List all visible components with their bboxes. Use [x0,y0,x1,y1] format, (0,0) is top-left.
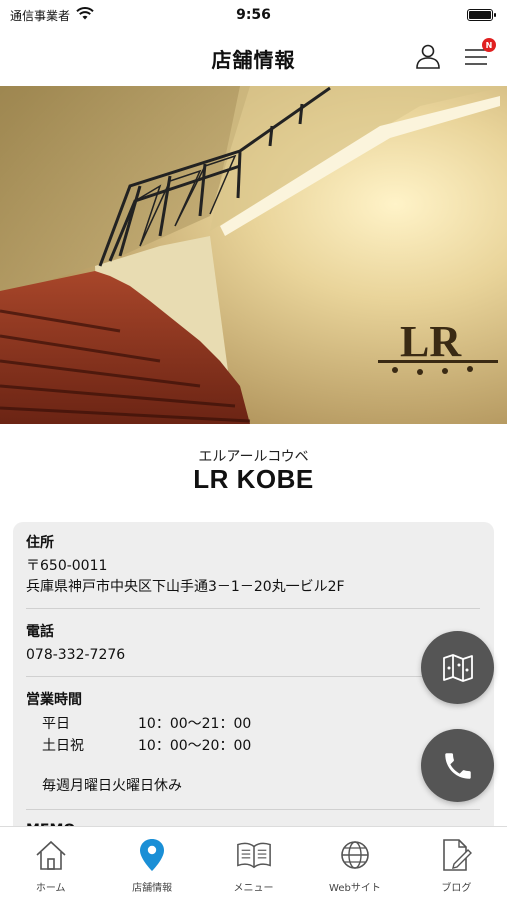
status-bar: 通信事業者 9:56 [0,0,507,30]
hours-day: 土日祝 [42,738,84,754]
app-header: 店舗情報 N [0,30,507,86]
tab-label: ホーム [35,883,66,894]
hours-time: 10：00〜21：00 [138,716,252,732]
call-button[interactable] [421,729,494,802]
phone-number[interactable]: 078-332-7276 [26,645,480,666]
menu-button[interactable]: N [460,38,496,72]
address-line: 兵庫県神戸市中央区下山手通3－1－20丸一ビル2F [26,579,345,595]
address-section: 住所 〒650-0011 兵庫県神戸市中央区下山手通3－1－20丸一ビル2F [26,532,480,609]
page-title: 店舗情報 [211,47,296,72]
tab-label: ブログ [441,883,472,894]
tab-label: 店舗情報 [132,883,173,894]
user-icon [416,44,440,69]
hours-row: 平日 10：00〜21：00 [26,713,480,735]
shop-info-card: 住所 〒650-0011 兵庫県神戸市中央区下山手通3－1－20丸一ビル2F 電… [13,522,494,842]
status-left: 通信事業者 [10,7,94,24]
hours-time: 10：00〜20：00 [138,738,252,754]
home-icon [33,837,69,873]
hours-row: 土日祝 10：00〜20：00 [26,735,480,757]
map-icon [442,653,473,682]
map-button[interactable] [421,631,494,704]
carrier-name: 通信事業者 [10,8,71,23]
tab-shop-info[interactable]: 店舗情報 [101,827,202,900]
tab-menu[interactable]: メニュー [203,827,304,900]
globe-icon [337,837,373,873]
battery-icon [467,9,496,21]
hours-label: 営業時間 [26,692,82,708]
bottom-tab-bar: ホーム 店舗情報 メニュー Webサイト ブログ [0,826,507,900]
tab-blog[interactable]: ブログ [406,827,507,900]
shop-name-kana: エルアールコウベ [198,449,309,465]
notification-badge: N [482,38,496,52]
tab-home[interactable]: ホーム [0,827,101,900]
svg-text:LR: LR [400,317,462,366]
tab-website[interactable]: Webサイト [304,827,405,900]
phone-label: 電話 [26,624,54,640]
book-icon [236,837,272,873]
hero-image: LR [0,86,507,424]
tab-label: メニュー [233,883,274,894]
tab-label: Webサイト [329,883,381,894]
account-button[interactable] [412,40,444,72]
hours-section: 営業時間 平日 10：00〜21：00 土日祝 10：00〜20：00 毎週月曜… [26,689,480,810]
phone-icon [444,752,471,779]
map-pin-icon [134,837,170,873]
postal-code: 〒650-0011 [26,558,108,574]
hours-day: 平日 [42,716,70,732]
wifi-icon [76,7,94,23]
closed-days-note: 毎週月曜日火曜日休み [42,778,182,794]
shop-name: LR KOBE [193,464,314,494]
address-label: 住所 [26,535,54,551]
document-edit-icon [438,837,474,873]
phone-section: 電話 078-332-7276 [26,621,480,677]
